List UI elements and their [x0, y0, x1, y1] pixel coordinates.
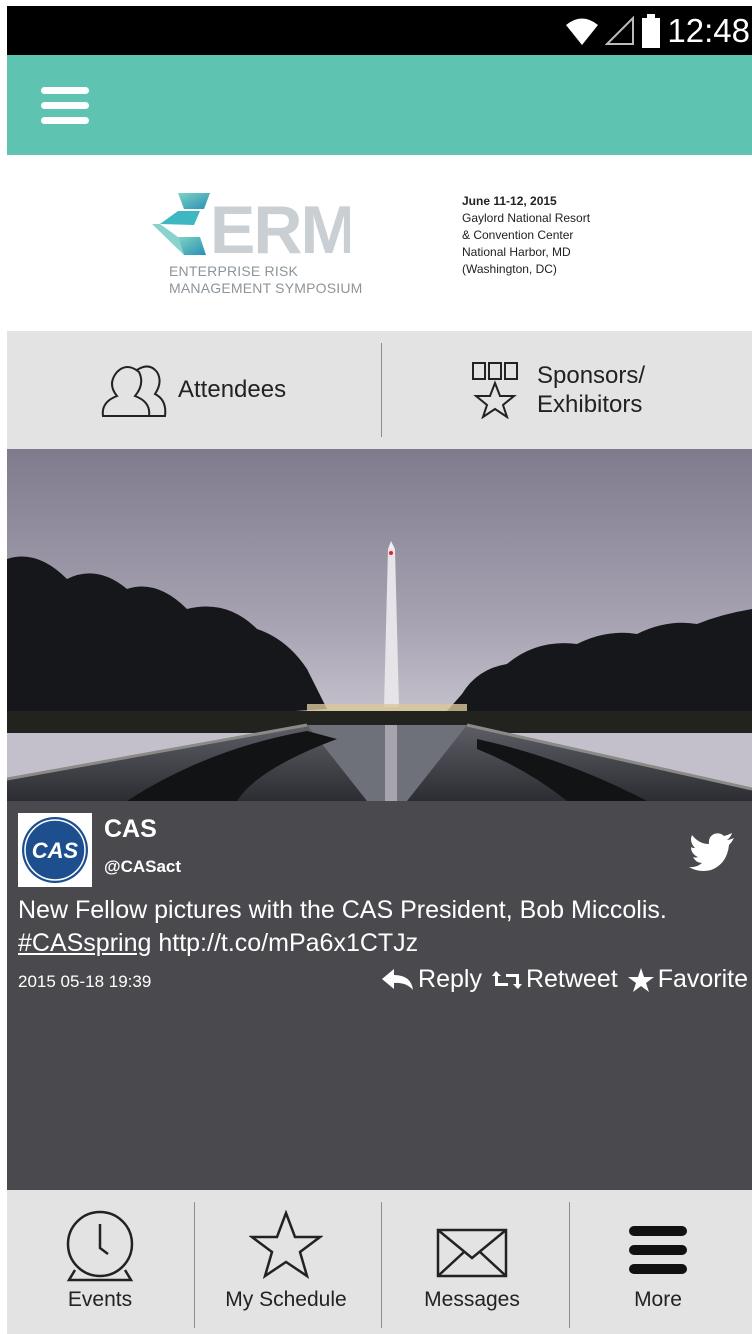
app-bar [7, 55, 752, 155]
attendees-button[interactable]: Attendees [7, 331, 379, 449]
twitter-bird-icon [689, 833, 734, 871]
erm-logo: ERM [152, 192, 350, 257]
award-star-icon [472, 362, 518, 419]
venue-line: Gaylord National Resort [462, 211, 591, 225]
nav-my-schedule-label: My Schedule [225, 1288, 347, 1311]
status-bar: 12:48 [7, 6, 752, 55]
favorite-label: Favorite [657, 965, 748, 993]
tweet-link[interactable]: http://t.co/mPa6x1CTJz [151, 929, 418, 957]
logo-text: ERM [210, 192, 350, 257]
attendees-label: Attendees [178, 376, 287, 403]
tweet-actions: Reply Retweet Favorite [382, 965, 748, 994]
nav-my-schedule[interactable]: My Schedule [193, 1190, 379, 1334]
bottom-nav: Events My Schedule Messages More [7, 1190, 752, 1334]
monument-image [7, 449, 752, 801]
logo-subtitle-line2: MANAGEMENT SYMPOSIUM [169, 280, 363, 296]
featured-photo [7, 449, 752, 801]
tweet-timestamp: 2015 05-18 19:39 [18, 972, 152, 991]
tweet-card[interactable]: CAS CAS @CASact New Fellow pictures with… [7, 801, 752, 1190]
status-icons: 12:48 [565, 6, 750, 55]
logo-subtitle: ENTERPRISE RISK MANAGEMENT SYMPOSIUM [169, 263, 363, 297]
status-time: 12:48 [667, 11, 750, 49]
nav-messages-label: Messages [424, 1288, 520, 1311]
reply-button[interactable]: Reply [382, 965, 482, 994]
sponsors-label: Sponsors/ Exhibitors [537, 361, 645, 419]
venue-line: National Harbor, MD [462, 245, 571, 259]
event-info: June 11-12, 2015 Gaylord National Resort… [462, 193, 590, 278]
menu-icon [629, 1226, 687, 1274]
retweet-button[interactable]: Retweet [491, 965, 618, 994]
favorite-button[interactable]: Favorite [627, 965, 748, 994]
tweet-author-handle[interactable]: @CASact [104, 857, 181, 877]
venue-line: & Convention Center [462, 228, 574, 242]
envelope-icon [436, 1228, 508, 1278]
svg-text:CAS: CAS [32, 838, 79, 863]
event-date: June 11-12, 2015 [462, 194, 557, 208]
people-icon [101, 365, 167, 417]
cas-logo-icon: CAS [22, 817, 88, 883]
event-banner: ERM ENTERPRISE RISK MANAGEMENT SYMPOSIUM… [7, 155, 752, 331]
star-icon [249, 1210, 323, 1279]
favorite-star-icon [627, 967, 654, 992]
tweet-hashtag[interactable]: #CASspring [18, 929, 151, 957]
nav-events-label: Events [67, 1288, 133, 1311]
nav-events[interactable]: Events [7, 1190, 193, 1334]
sponsors-label-line1: Sponsors/ [537, 362, 646, 389]
avatar[interactable]: CAS [18, 813, 92, 887]
hamburger-icon[interactable] [41, 87, 89, 125]
tweet-text: New Fellow pictures with the CAS Preside… [18, 894, 743, 960]
reply-label: Reply [418, 965, 482, 993]
tweet-author-name[interactable]: CAS [104, 815, 157, 844]
sponsors-label-line2: Exhibitors [537, 391, 643, 418]
clock-icon [66, 1210, 134, 1282]
wifi-icon [566, 18, 599, 45]
nav-more[interactable]: More [565, 1190, 751, 1334]
battery-icon [642, 13, 661, 48]
quick-links: Attendees Sponsors/ Exhibitors [7, 331, 752, 449]
nav-messages[interactable]: Messages [379, 1190, 565, 1334]
nav-more-label: More [634, 1288, 682, 1311]
logo-subtitle-line1: ENTERPRISE RISK [169, 263, 299, 279]
app-frame: 12:48 ERM ENTERPRISE RISK MANAGEMENT SYM… [7, 0, 752, 1334]
reply-icon [382, 968, 414, 990]
retweet-label: Retweet [525, 965, 618, 993]
tweet-text-body: New Fellow pictures with the CAS Preside… [18, 896, 667, 924]
signal-icon [605, 15, 635, 45]
sponsors-exhibitors-button[interactable]: Sponsors/ Exhibitors [379, 331, 751, 449]
retweet-icon [491, 970, 522, 989]
venue-line: (Washington, DC) [462, 262, 557, 276]
